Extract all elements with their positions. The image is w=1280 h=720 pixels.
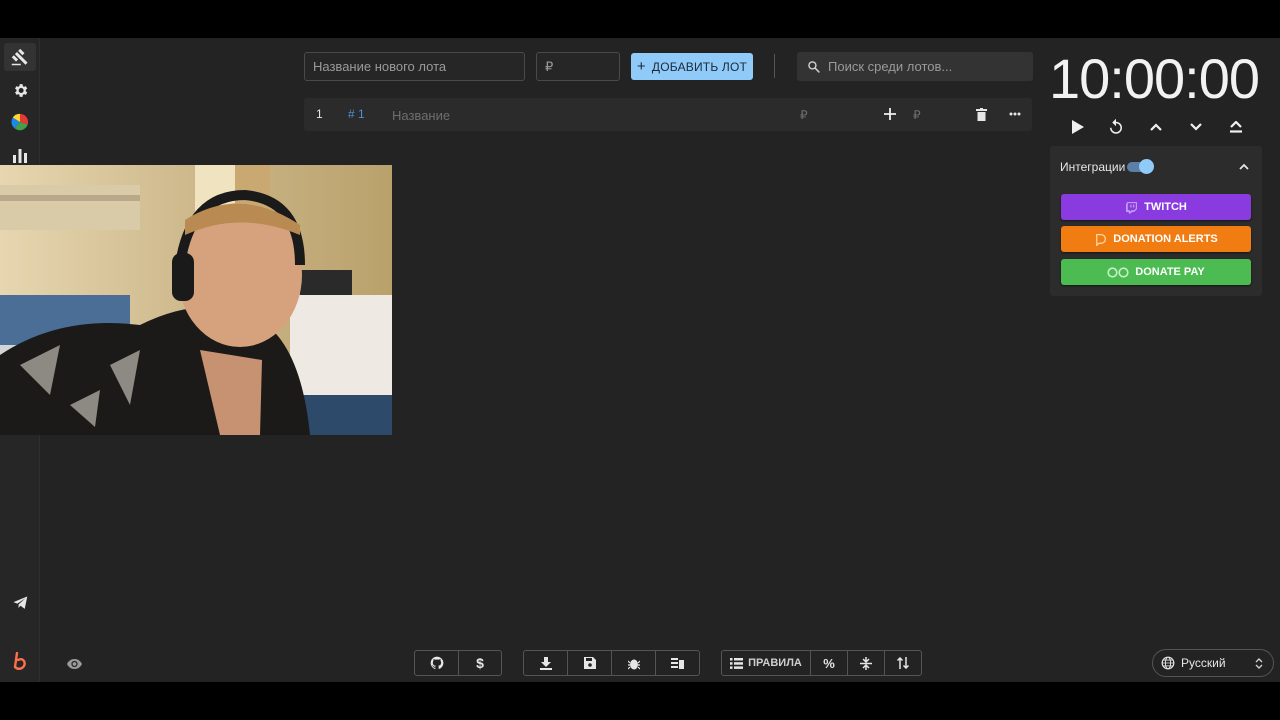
split-button[interactable] xyxy=(848,651,885,675)
rules-icon xyxy=(730,657,744,669)
donate-pay-label: DONATE PAY xyxy=(1135,266,1205,278)
sidebar-item-settings[interactable] xyxy=(4,76,36,104)
lot-index: 1 xyxy=(316,107,323,121)
lot-name-input[interactable]: Название xyxy=(392,108,450,123)
file-actions-group xyxy=(523,650,700,676)
language-selected: Русский xyxy=(1181,656,1226,670)
report-bug-button[interactable] xyxy=(612,651,656,675)
twitch-button[interactable]: TWITCH xyxy=(1061,194,1251,220)
timer-double-increase-button[interactable] xyxy=(1223,114,1249,140)
auction-options-group: ПРАВИЛА % xyxy=(721,650,922,676)
timer-increase-button[interactable] xyxy=(1143,114,1169,140)
webcam-image xyxy=(0,165,392,435)
letterbox-top xyxy=(0,0,1280,38)
search-input[interactable]: Поиск среди лотов... xyxy=(797,52,1033,81)
sidebar-item-auction[interactable] xyxy=(4,43,36,71)
percent-button[interactable]: % xyxy=(811,651,848,675)
clear-lots-button[interactable] xyxy=(656,651,699,675)
integrations-collapse-button[interactable] xyxy=(1236,158,1252,174)
sort-icon xyxy=(897,657,909,669)
download-button[interactable] xyxy=(524,651,568,675)
telegram-icon xyxy=(12,595,27,609)
lot-tag[interactable]: # 1 xyxy=(348,107,365,121)
percent-icon: % xyxy=(823,655,835,671)
save-button[interactable] xyxy=(568,651,612,675)
letterbox-bottom xyxy=(0,682,1280,720)
more-dots-icon xyxy=(1009,112,1021,116)
integrations-label: Интеграции xyxy=(1060,160,1126,174)
add-lot-button[interactable]: + ДОБАВИТЬ ЛОТ xyxy=(631,53,753,80)
add-lot-label: ДОБАВИТЬ ЛОТ xyxy=(651,59,748,74)
double-chevron-up-icon xyxy=(1230,121,1242,133)
divider xyxy=(774,54,775,78)
sidebar-item-logo[interactable] xyxy=(4,647,36,675)
select-arrows-icon xyxy=(1255,658,1263,669)
donate-button[interactable]: $ xyxy=(459,651,501,675)
timer-decrease-button[interactable] xyxy=(1183,114,1209,140)
rules-label: ПРАВИЛА xyxy=(748,657,802,669)
reset-icon xyxy=(1110,118,1122,134)
download-icon xyxy=(539,656,552,670)
clear-list-icon xyxy=(671,658,684,669)
lot-amount-input[interactable]: ₽ xyxy=(800,108,808,122)
lot-extra-amount-input[interactable]: ₽ xyxy=(913,108,921,122)
plus-icon: + xyxy=(636,58,646,75)
sidebar-item-wheel[interactable] xyxy=(4,108,36,136)
timer-reset-button[interactable] xyxy=(1103,114,1129,140)
delete-lot-button[interactable] xyxy=(974,106,988,122)
brand-logo-icon xyxy=(13,652,26,670)
donation-alerts-label: DONATION ALERTS xyxy=(1113,233,1218,245)
play-icon xyxy=(1072,120,1084,134)
chevron-up-icon xyxy=(1150,123,1162,131)
webcam-overlay xyxy=(0,165,392,435)
new-lot-name-input[interactable]: Название нового лота xyxy=(304,52,525,81)
github-icon xyxy=(430,656,443,670)
trash-icon xyxy=(975,107,987,121)
dollar-icon: $ xyxy=(476,655,484,671)
sidebar-item-telegram[interactable] xyxy=(4,588,36,616)
lot-more-button[interactable] xyxy=(1007,106,1023,122)
app-window: Название нового лота ₽ + ДОБАВИТЬ ЛОТ По… xyxy=(0,38,1280,682)
timer-play-button[interactable] xyxy=(1065,114,1091,140)
lot-row: 1 # 1 Название ₽ ₽ xyxy=(304,98,1032,131)
bar-chart-icon xyxy=(13,149,27,163)
integrations-panel: Интеграции TWITCH DONATION ALERTS DONATE… xyxy=(1050,146,1262,296)
plus-icon xyxy=(884,108,896,120)
donation-alerts-button[interactable]: DONATION ALERTS xyxy=(1061,226,1251,252)
donate-pay-button[interactable]: DONATE PAY xyxy=(1061,259,1251,285)
globe-icon xyxy=(1161,656,1175,670)
bug-icon xyxy=(627,659,640,669)
gear-icon xyxy=(14,83,27,97)
visibility-toggle[interactable] xyxy=(66,657,82,671)
new-lot-price-input[interactable]: ₽ xyxy=(536,52,620,81)
sort-button[interactable] xyxy=(885,651,921,675)
chevron-up-icon xyxy=(1239,163,1249,170)
twitch-icon xyxy=(1126,201,1138,213)
wheel-icon xyxy=(11,113,29,131)
language-select[interactable]: Русский xyxy=(1152,649,1274,677)
gavel-icon xyxy=(11,48,28,66)
donation-alerts-icon xyxy=(1096,233,1107,246)
vertical-split-icon xyxy=(860,656,872,670)
links-group: $ xyxy=(414,650,502,676)
new-lot-name-placeholder: Название нового лота xyxy=(313,59,447,74)
twitch-label: TWITCH xyxy=(1144,201,1187,213)
new-lot-price-placeholder: ₽ xyxy=(545,58,554,74)
chevron-down-icon xyxy=(1190,123,1202,131)
save-icon xyxy=(583,657,596,669)
search-icon xyxy=(808,61,820,73)
rules-button[interactable]: ПРАВИЛА xyxy=(722,651,811,675)
eye-icon xyxy=(66,659,82,669)
search-placeholder: Поиск среди лотов... xyxy=(828,59,953,74)
donate-pay-icon xyxy=(1107,266,1129,278)
add-amount-button[interactable] xyxy=(882,106,898,122)
github-button[interactable] xyxy=(415,651,459,675)
integrations-toggle[interactable] xyxy=(1139,159,1154,174)
timer-display: 10:00:00 xyxy=(1049,47,1260,110)
